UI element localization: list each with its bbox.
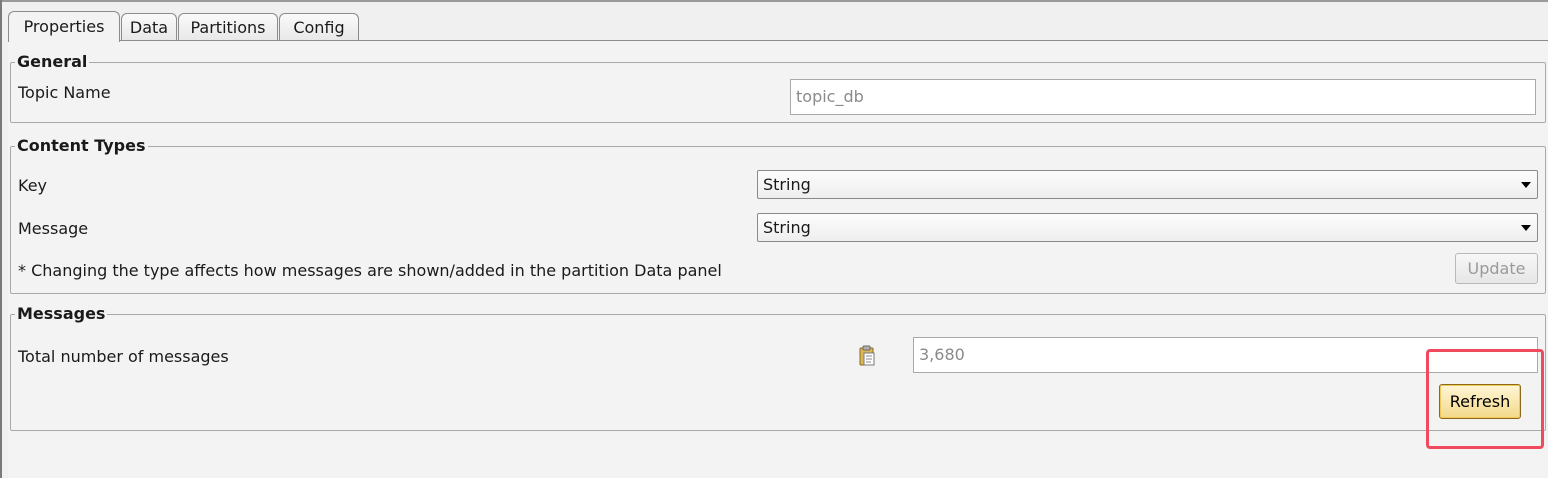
refresh-highlight-box bbox=[1426, 349, 1544, 449]
total-messages-label: Total number of messages bbox=[18, 347, 229, 366]
tab-partitions[interactable]: Partitions bbox=[178, 13, 278, 40]
clipboard-icon[interactable] bbox=[857, 344, 877, 368]
content-types-note: * Changing the type affects how messages… bbox=[18, 261, 722, 280]
properties-panel: General Topic Name topic_db Content Type… bbox=[8, 41, 1548, 478]
update-button[interactable]: Update bbox=[1455, 253, 1538, 284]
key-label: Key bbox=[18, 176, 48, 195]
tab-properties[interactable]: Properties bbox=[8, 11, 120, 42]
topic-name-field[interactable]: topic_db bbox=[790, 79, 1536, 115]
general-legend: General bbox=[17, 52, 88, 71]
chevron-down-icon bbox=[1521, 182, 1531, 188]
tab-data[interactable]: Data bbox=[121, 13, 177, 40]
top-border bbox=[0, 0, 1548, 2]
content-types-legend: Content Types bbox=[17, 136, 146, 155]
left-border bbox=[0, 0, 2, 478]
message-label: Message bbox=[18, 219, 89, 238]
key-type-value: String bbox=[763, 175, 811, 194]
tab-config[interactable]: Config bbox=[279, 13, 359, 40]
chevron-down-icon bbox=[1521, 225, 1531, 231]
message-type-select[interactable]: String bbox=[757, 213, 1538, 242]
key-type-select[interactable]: String bbox=[757, 170, 1538, 199]
message-type-value: String bbox=[763, 218, 811, 237]
topic-name-label: Topic Name bbox=[18, 83, 111, 102]
messages-legend: Messages bbox=[17, 304, 106, 323]
